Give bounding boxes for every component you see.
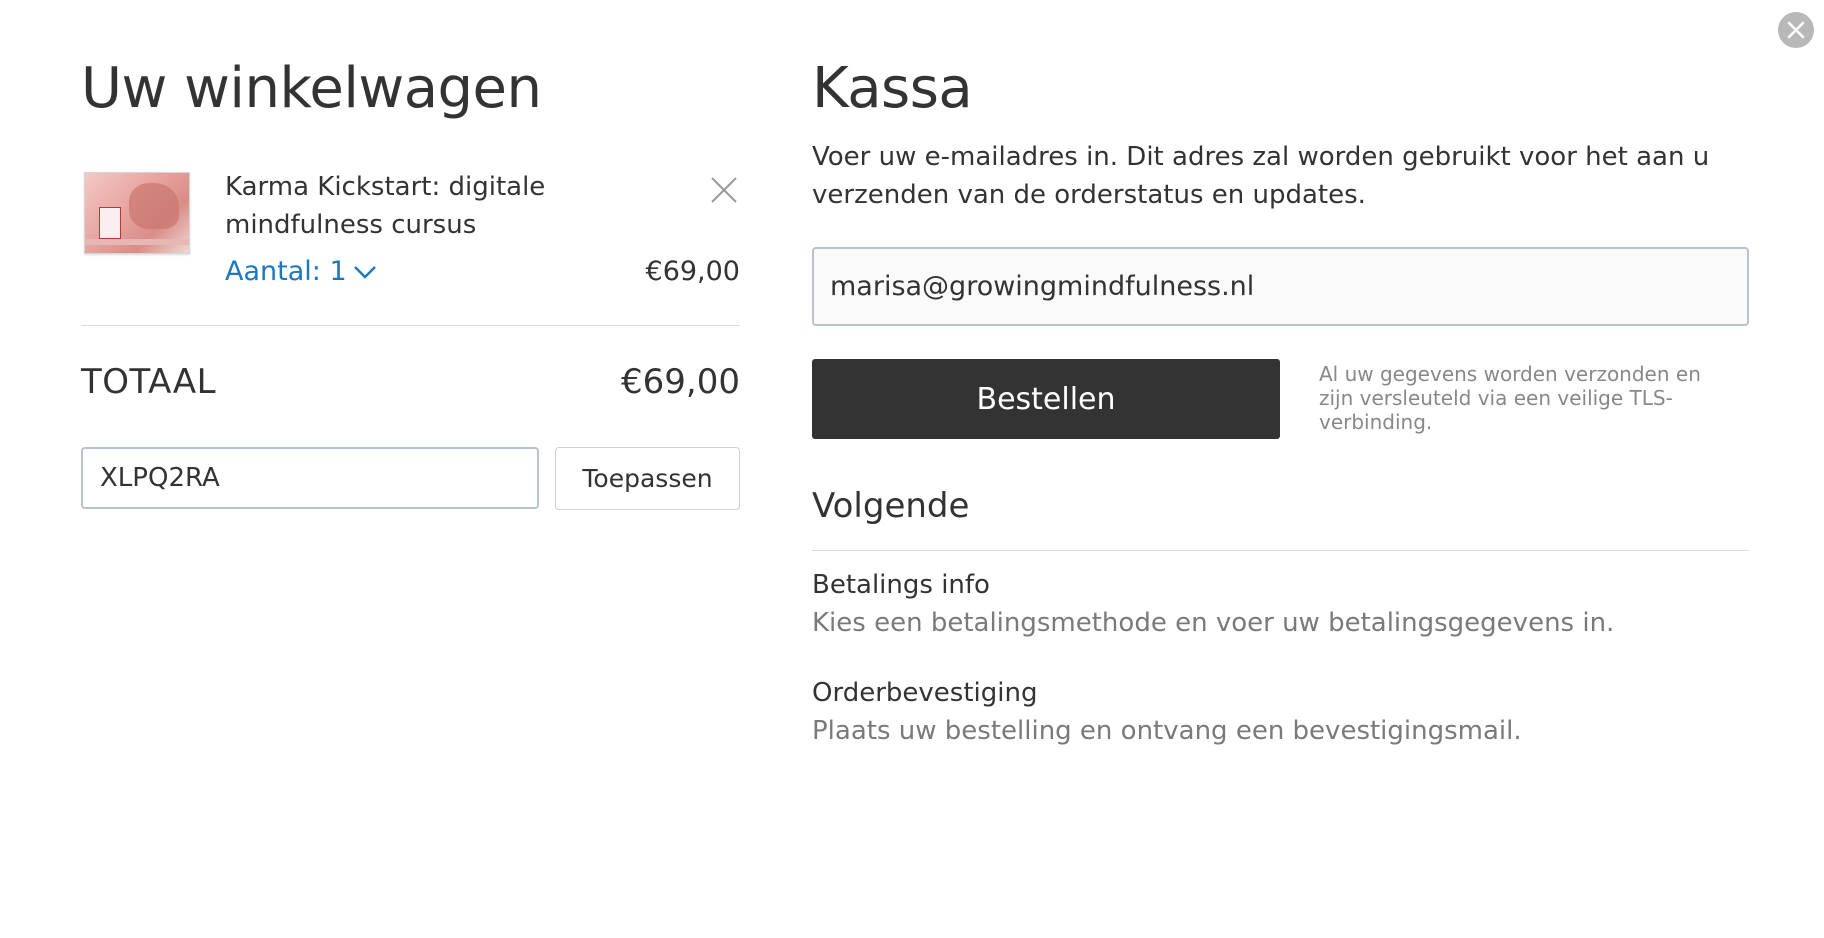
product-thumbnail (84, 172, 190, 254)
chevron-down-icon (353, 265, 376, 279)
close-icon (1787, 21, 1805, 39)
total-value: €69,00 (621, 362, 740, 402)
checkout-intro: Voer uw e-mailadres in. Dit adres zal wo… (812, 142, 1710, 210)
next-heading: Volgende (812, 486, 970, 526)
cart-title: Uw winkelwagen (81, 56, 542, 121)
item-price: €69,00 (645, 256, 740, 287)
email-field[interactable] (812, 247, 1749, 326)
divider (81, 325, 740, 326)
divider (812, 550, 1749, 551)
remove-item-icon (711, 177, 737, 203)
step-confirmation-title: Orderbevestiging (812, 678, 1038, 708)
product-title: Karma Kickstart: digitale mindfulness cu… (225, 172, 546, 240)
quantity-selector[interactable]: Aantal: 1 (225, 256, 377, 287)
step-confirmation-description: Plaats uw bestelling en ontvang een beve… (812, 716, 1522, 746)
coupon-input[interactable] (81, 447, 539, 509)
order-button[interactable]: Bestellen (812, 359, 1280, 439)
close-button[interactable] (1778, 12, 1814, 48)
step-payment-title: Betalings info (812, 570, 990, 600)
checkout-title: Kassa (812, 56, 973, 121)
quantity-label: Aantal: 1 (225, 256, 347, 287)
apply-coupon-button[interactable]: Toepassen (555, 447, 740, 510)
remove-item-button[interactable] (708, 174, 740, 206)
step-payment-description: Kies een betalingsmethode en voer uw bet… (812, 608, 1615, 638)
total-label: TOTAAL (81, 362, 217, 402)
security-note: Al uw gegevens worden verzonden en zijn … (1319, 362, 1701, 434)
